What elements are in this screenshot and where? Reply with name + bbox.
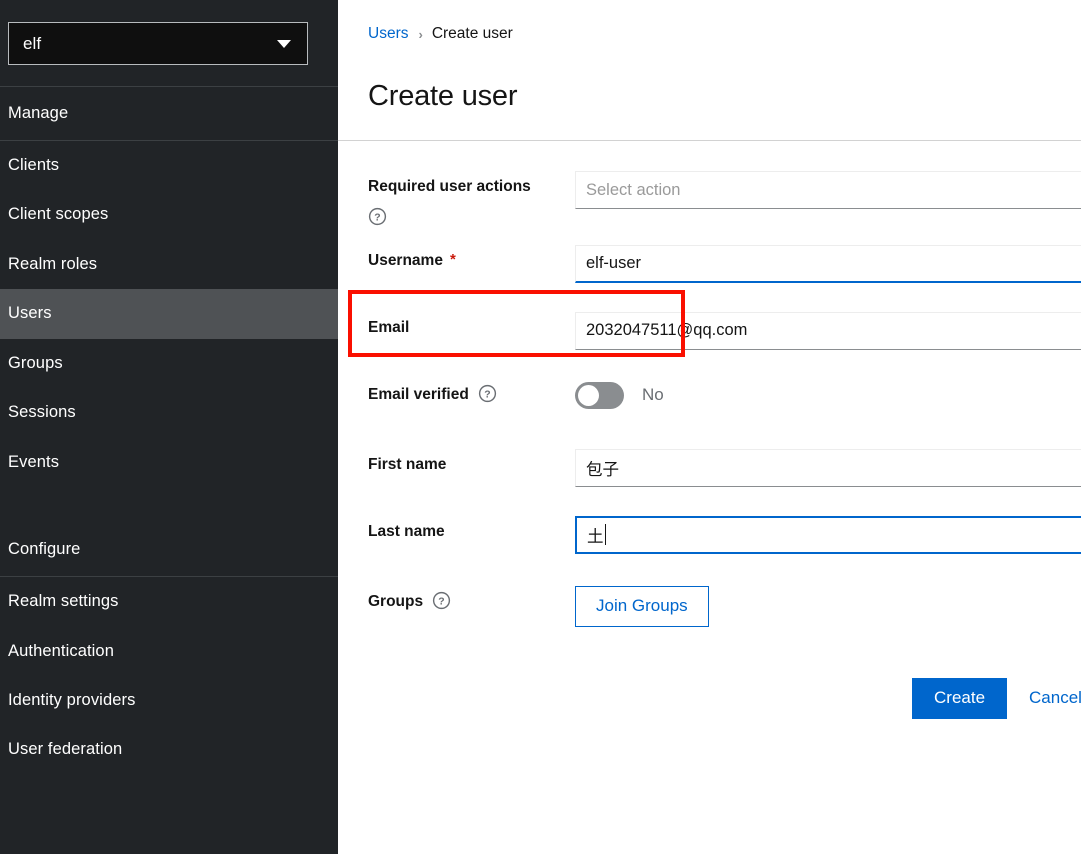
caret-down-icon (277, 39, 291, 48)
help-circle-icon-groups[interactable]: ? (432, 591, 451, 610)
control-last-name: 土 (575, 515, 1081, 554)
form-row-required-user-actions: Required user actions ? Select action (338, 171, 1081, 225)
label-last-name: Last name (338, 516, 575, 543)
label-text-email: Email (368, 318, 410, 336)
svg-text:?: ? (374, 212, 380, 223)
breadcrumb: Users › Create user (338, 0, 1081, 43)
create-user-form: Required user actions ? Select action Us… (338, 141, 1081, 719)
create-button[interactable]: Create (912, 677, 1008, 719)
realm-selector-value: elf (23, 34, 42, 53)
sidebar-item-users[interactable]: Users (0, 289, 338, 339)
text-caret (604, 524, 606, 546)
form-row-username: Username * elf-user (338, 244, 1081, 293)
required-marker-username: * (449, 250, 456, 268)
required-user-actions-select[interactable]: Select action (575, 171, 1081, 210)
username-input[interactable]: elf-user (575, 244, 1081, 283)
sidebar-item-authentication[interactable]: Authentication (0, 627, 338, 676)
toggle-knob (578, 384, 599, 406)
label-email-verified: Email verified ? (338, 379, 575, 406)
control-email: 2032047511@qq.com (575, 311, 1081, 350)
last-name-value: 土 (587, 526, 604, 546)
sidebar-section-title-manage: Manage (8, 104, 69, 122)
form-row-email-verified: Email verified ? No (338, 379, 1081, 427)
form-actions: Create Cancel (338, 677, 1081, 719)
sidebar-item-sessions[interactable]: Sessions (0, 388, 338, 437)
label-text-required-user-actions: Required user actions (368, 178, 531, 196)
label-text-username: Username (368, 251, 443, 269)
label-first-name: First name (338, 449, 575, 476)
control-username: elf-user (575, 244, 1081, 283)
sidebar-item-client-scopes[interactable]: Client scopes (0, 190, 338, 239)
realm-selector-container: elf (0, 0, 338, 86)
help-circle-icon-email-verified[interactable]: ? (478, 384, 497, 403)
sidebar-item-realm-settings[interactable]: Realm settings (0, 577, 338, 626)
label-username: Username * (338, 245, 575, 272)
join-groups-button[interactable]: Join Groups (575, 585, 709, 627)
page-title: Create user (368, 80, 518, 113)
form-row-first-name: First name 包子 (338, 448, 1081, 497)
svg-text:?: ? (484, 389, 490, 400)
label-email: Email (338, 312, 575, 339)
svg-text:?: ? (438, 596, 444, 607)
control-first-name: 包子 (575, 448, 1081, 487)
label-text-first-name: First name (368, 455, 447, 473)
form-row-groups: Groups ? Join Groups (338, 585, 1081, 634)
label-groups: Groups ? (338, 586, 575, 613)
sidebar-item-identity-providers[interactable]: Identity providers (0, 676, 338, 725)
email-verified-toggle[interactable] (575, 381, 624, 409)
label-text-email-verified: Email verified (368, 385, 469, 403)
breadcrumb-link-users[interactable]: Users (368, 25, 408, 43)
label-text-groups: Groups (368, 592, 424, 610)
form-row-last-name: Last name 土 (338, 515, 1081, 564)
last-name-input[interactable]: 土 (575, 515, 1081, 554)
sidebar-item-clients[interactable]: Clients (0, 141, 338, 190)
control-email-verified: No (575, 379, 1081, 409)
label-required-user-actions: Required user actions ? (338, 171, 575, 225)
main-content: Users › Create user Create user Required… (338, 0, 1081, 854)
sidebar-item-groups[interactable]: Groups (0, 339, 338, 388)
first-name-input[interactable]: 包子 (575, 448, 1081, 487)
sidebar-item-realm-roles[interactable]: Realm roles (0, 240, 338, 289)
form-row-email: Email 2032047511@qq.com (338, 311, 1081, 360)
control-required-user-actions: Select action (575, 171, 1081, 210)
sidebar-item-user-federation[interactable]: User federation (0, 725, 338, 774)
control-groups: Join Groups (575, 585, 1081, 627)
breadcrumb-separator-icon: › (418, 26, 423, 42)
email-input[interactable]: 2032047511@qq.com (575, 311, 1081, 350)
realm-selector[interactable]: elf (8, 22, 308, 65)
email-verified-state-label: No (642, 385, 664, 405)
breadcrumb-current: Create user (431, 25, 513, 42)
sidebar: elf Manage Clients Client scopes Realm r… (0, 0, 338, 854)
keycloak-admin-console: elf Manage Clients Client scopes Realm r… (0, 0, 1081, 854)
help-circle-icon-required-user-actions[interactable]: ? (368, 207, 575, 226)
cancel-button[interactable]: Cancel (1029, 688, 1081, 708)
sidebar-section-gap (0, 487, 338, 523)
label-text-last-name: Last name (368, 522, 445, 540)
sidebar-section-title-configure: Configure (8, 540, 81, 559)
sidebar-item-events[interactable]: Events (0, 438, 338, 487)
